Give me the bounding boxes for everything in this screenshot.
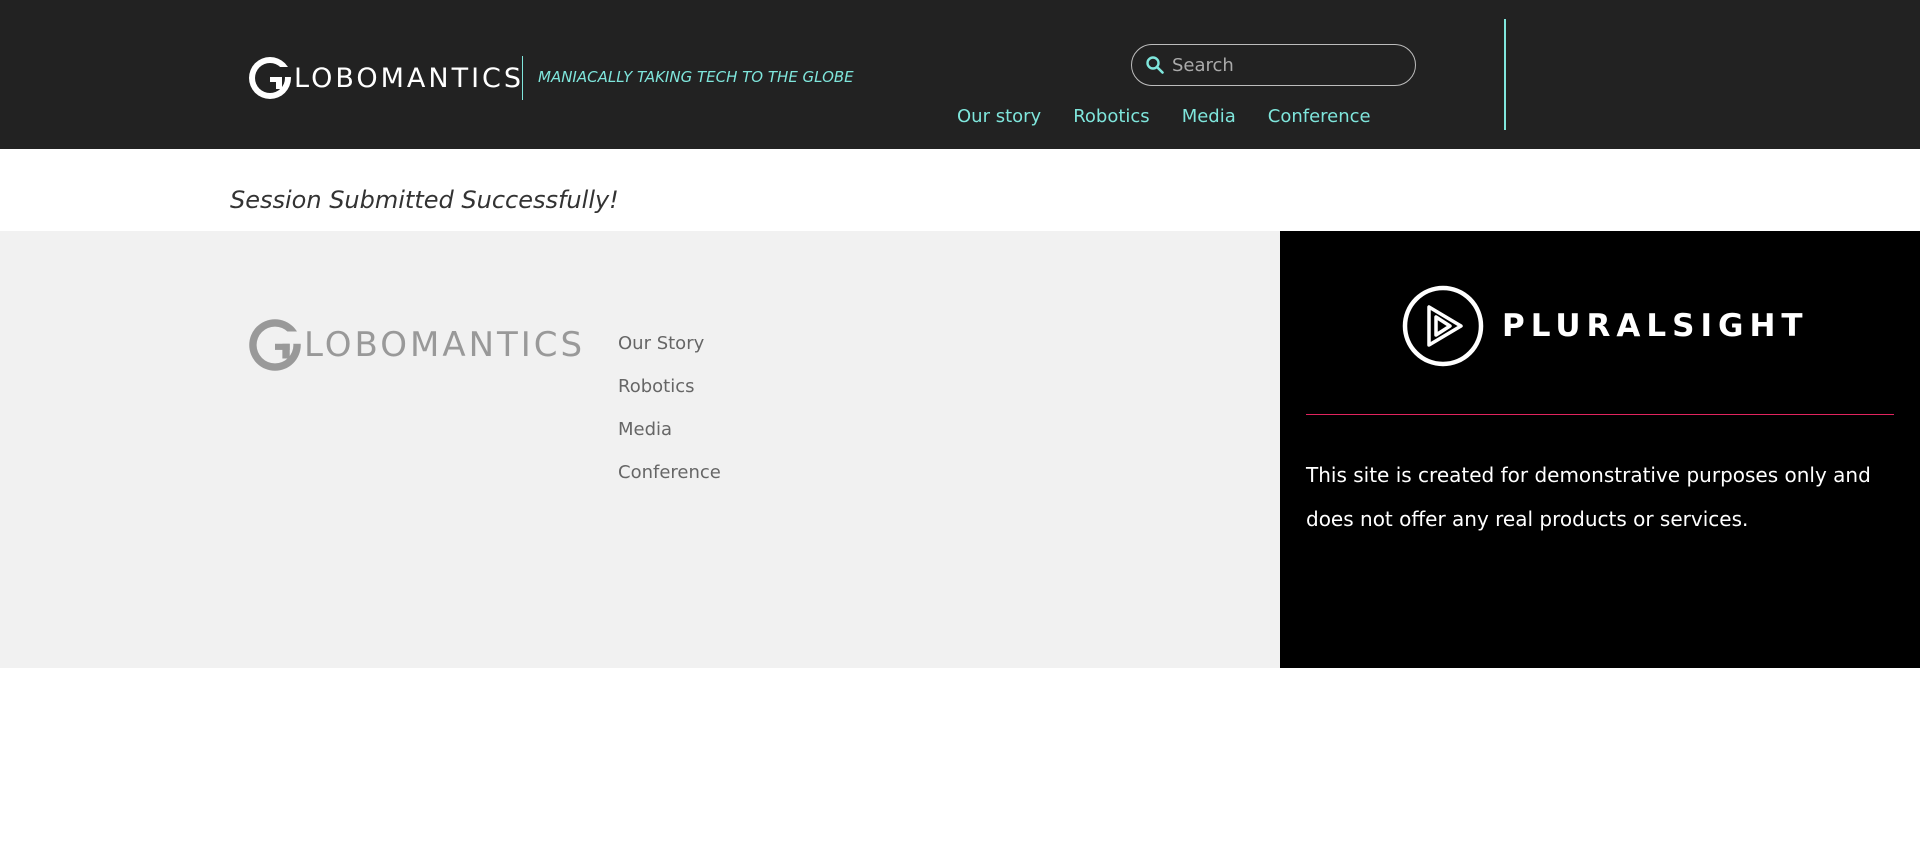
brand-name: LOBOMANTICS: [294, 62, 525, 94]
nav-link-media[interactable]: Media: [1182, 106, 1236, 127]
header-vertical-rule: [1504, 19, 1506, 130]
pluralsight-play-icon: [1402, 285, 1484, 367]
footer-link-media[interactable]: Media: [618, 408, 721, 451]
footer-links: Our Story Robotics Media Conference: [618, 322, 721, 494]
status-message: Session Submitted Successfully!: [230, 186, 619, 214]
brand-logo[interactable]: LOBOMANTICS: [248, 56, 524, 100]
pluralsight-divider: [1306, 414, 1894, 415]
site-header: LOBOMANTICS MANIACALLY TAKING TECH TO TH…: [0, 0, 1920, 149]
search-box[interactable]: [1131, 44, 1416, 86]
footer-link-robotics[interactable]: Robotics: [618, 365, 721, 408]
tagline: MANIACALLY TAKING TECH TO THE GLOBE: [538, 68, 854, 86]
search-input[interactable]: [1172, 54, 1392, 76]
main-nav: Our story Robotics Media Conference: [957, 106, 1403, 127]
footer-logo[interactable]: LOBOMANTICS: [248, 318, 585, 372]
nav-link-conference[interactable]: Conference: [1268, 106, 1371, 127]
pluralsight-panel: PLURALSIGHT This site is created for dem…: [1280, 231, 1920, 668]
nav-link-robotics[interactable]: Robotics: [1073, 106, 1149, 127]
pluralsight-logo[interactable]: PLURALSIGHT: [1402, 285, 1809, 367]
pluralsight-name: PLURALSIGHT: [1502, 308, 1809, 344]
search-icon: [1146, 56, 1164, 74]
globomantics-g-logo-icon: [249, 57, 292, 99]
brand-divider: [522, 56, 523, 100]
footer-link-our-story[interactable]: Our Story: [618, 322, 721, 365]
globomantics-g-logo-icon: [249, 319, 302, 371]
nav-link-our-story[interactable]: Our story: [957, 106, 1041, 127]
disclaimer-text: This site is created for demonstrative p…: [1306, 463, 1871, 531]
footer-brand-name: LOBOMANTICS: [304, 325, 586, 365]
footer-link-conference[interactable]: Conference: [618, 451, 721, 494]
